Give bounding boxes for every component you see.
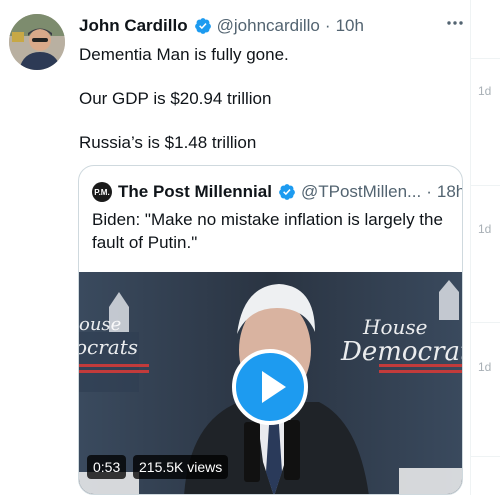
tweet-text: Dementia Man is fully gone. Our GDP is $… xyxy=(79,44,459,176)
quote-timestamp[interactable]: 18h xyxy=(437,182,462,202)
video-duration: 0:53 xyxy=(87,455,127,479)
tweet-timestamp[interactable]: 10h xyxy=(336,16,364,36)
author-name[interactable]: John Cardillo xyxy=(79,16,188,36)
svg-text:ouse: ouse xyxy=(79,314,121,335)
quote-header: P.M. The Post Millennial @TPostMillen...… xyxy=(92,181,462,203)
quote-author-avatar[interactable]: P.M. xyxy=(92,182,112,202)
background-timestamp: 1d xyxy=(478,360,492,374)
svg-text:ocrats: ocrats xyxy=(79,335,138,359)
quoted-tweet[interactable]: P.M. The Post Millennial @TPostMillen...… xyxy=(78,165,463,495)
tweet-header: John Cardillo @johncardillo · 10h xyxy=(79,15,460,37)
timeline-border xyxy=(470,0,471,495)
more-options-icon[interactable] xyxy=(445,13,465,33)
author-avatar[interactable] xyxy=(9,14,65,70)
timeline-divider xyxy=(470,58,500,59)
background-timestamp: 1d xyxy=(478,84,492,98)
quote-author-name[interactable]: The Post Millennial xyxy=(118,182,272,202)
verified-badge-icon xyxy=(194,18,211,34)
quote-author-handle[interactable]: @TPostMillen... xyxy=(301,182,421,202)
play-icon[interactable] xyxy=(232,349,308,425)
background-timestamp: 1d xyxy=(478,222,492,236)
avatar-image xyxy=(9,14,65,70)
timeline-divider xyxy=(470,185,500,186)
quote-text: Biden: "Make no mistake inflation is lar… xyxy=(92,210,443,252)
timeline-divider xyxy=(470,322,500,323)
verified-badge-icon xyxy=(279,184,295,200)
video-player[interactable]: ouse ocrats House Democrats 0:53 xyxy=(79,272,463,494)
svg-text:Democrats: Democrats xyxy=(340,337,463,367)
tweet-line: Our GDP is $20.94 trillion xyxy=(79,89,272,108)
video-views: 215.5K views xyxy=(133,455,229,479)
tweet-line: Dementia Man is fully gone. xyxy=(79,45,289,64)
timeline-divider xyxy=(470,456,500,457)
author-handle[interactable]: @johncardillo xyxy=(217,16,320,36)
separator-dot: · xyxy=(426,182,432,201)
svg-text:House: House xyxy=(362,315,427,339)
tweet-line: Russia’s is $1.48 trillion xyxy=(79,133,257,152)
separator-dot: · xyxy=(324,16,331,35)
